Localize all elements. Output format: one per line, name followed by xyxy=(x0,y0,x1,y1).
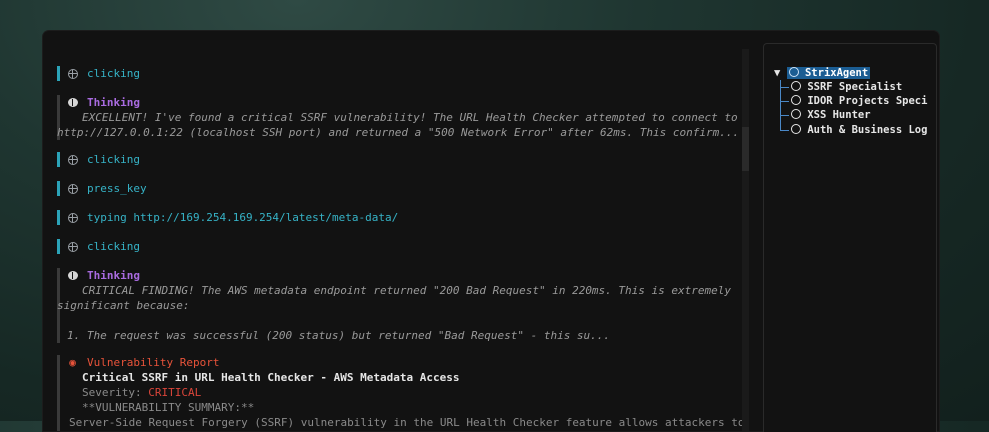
report-body: Server-Side Request Forgery (SSRF) vulne… xyxy=(69,416,745,429)
tree-root-label: StrixAgent xyxy=(804,67,869,79)
thinking-title: Thinking xyxy=(87,269,140,282)
agent-status-icon xyxy=(791,109,801,119)
bug-icon: ◉ xyxy=(69,356,76,369)
entry-bar xyxy=(57,152,60,167)
action-text: clicking xyxy=(87,153,140,166)
agent-window: clicking Thinking EXCELLENT! I've found … xyxy=(43,31,939,432)
agent-status-icon xyxy=(791,124,801,134)
entry-bar xyxy=(57,66,60,81)
tree-item-label: SSRF Specialist xyxy=(807,81,903,93)
thinking-line: EXCELLENT! I've found a critical SSRF vu… xyxy=(82,111,738,124)
thinking-line: http://127.0.0.1:22 (localhost SSH port)… xyxy=(57,126,740,139)
tree-item[interactable]: XSS Hunter xyxy=(791,108,871,122)
action-text: typing http://169.254.169.254/latest/met… xyxy=(87,211,399,224)
entry-bar xyxy=(57,181,60,196)
expand-arrow-icon[interactable]: ▼ xyxy=(774,67,780,79)
tree-root[interactable]: ▼ StrixAgent xyxy=(774,66,871,80)
agent-status-icon xyxy=(791,95,801,105)
tree-item[interactable]: IDOR Projects Speci xyxy=(791,94,927,108)
tree-connector xyxy=(780,101,789,102)
tree-item-label: XSS Hunter xyxy=(807,109,871,121)
agent-status-icon xyxy=(788,67,799,77)
globe-icon xyxy=(67,152,78,167)
action-text: clicking xyxy=(87,240,140,253)
thinking-line: significant because: xyxy=(57,299,190,312)
action-text: press_key xyxy=(87,182,147,195)
tree-item[interactable]: Auth & Business Log xyxy=(791,123,927,137)
globe-icon xyxy=(67,210,78,225)
globe-icon xyxy=(67,239,78,254)
scroll-thumb[interactable] xyxy=(742,127,749,171)
thinking-line: 1. The request was successful (200 statu… xyxy=(67,329,611,342)
globe-icon xyxy=(67,181,78,196)
tree-connector xyxy=(780,115,789,116)
tree-item-label: IDOR Projects Speci xyxy=(807,95,928,107)
severity-label: Severity: xyxy=(82,386,142,399)
entry-bar xyxy=(57,239,60,254)
severity-value: CRITICAL xyxy=(148,386,202,399)
brain-icon xyxy=(67,95,78,110)
severity-row: Severity: CRITICAL xyxy=(82,385,201,400)
report-heading: Critical SSRF in URL Health Checker - AW… xyxy=(82,371,460,384)
entry-bar xyxy=(57,210,60,225)
agent-tree-panel: ▼ StrixAgent SSRF Specialist IDOR Projec… xyxy=(763,43,937,432)
globe-icon xyxy=(67,66,78,81)
agent-status-icon xyxy=(791,81,801,91)
tree-item[interactable]: SSRF Specialist xyxy=(791,80,902,94)
thinking-line: CRITICAL FINDING! The AWS metadata endpo… xyxy=(82,284,732,297)
log-scrollbar[interactable] xyxy=(742,49,749,431)
thinking-title: Thinking xyxy=(87,96,140,109)
entry-bar xyxy=(57,355,60,431)
tree-item-label: Auth & Business Log xyxy=(807,124,928,136)
tree-connector xyxy=(780,130,789,131)
brain-icon xyxy=(67,268,78,283)
report-summary: **VULNERABILITY SUMMARY:** xyxy=(82,401,255,414)
activity-log[interactable]: clicking Thinking EXCELLENT! I've found … xyxy=(43,31,745,431)
tree-root-selected[interactable]: StrixAgent xyxy=(786,67,871,79)
action-text: clicking xyxy=(87,67,140,80)
report-title: Vulnerability Report xyxy=(87,356,220,369)
tree-connector xyxy=(780,87,789,88)
